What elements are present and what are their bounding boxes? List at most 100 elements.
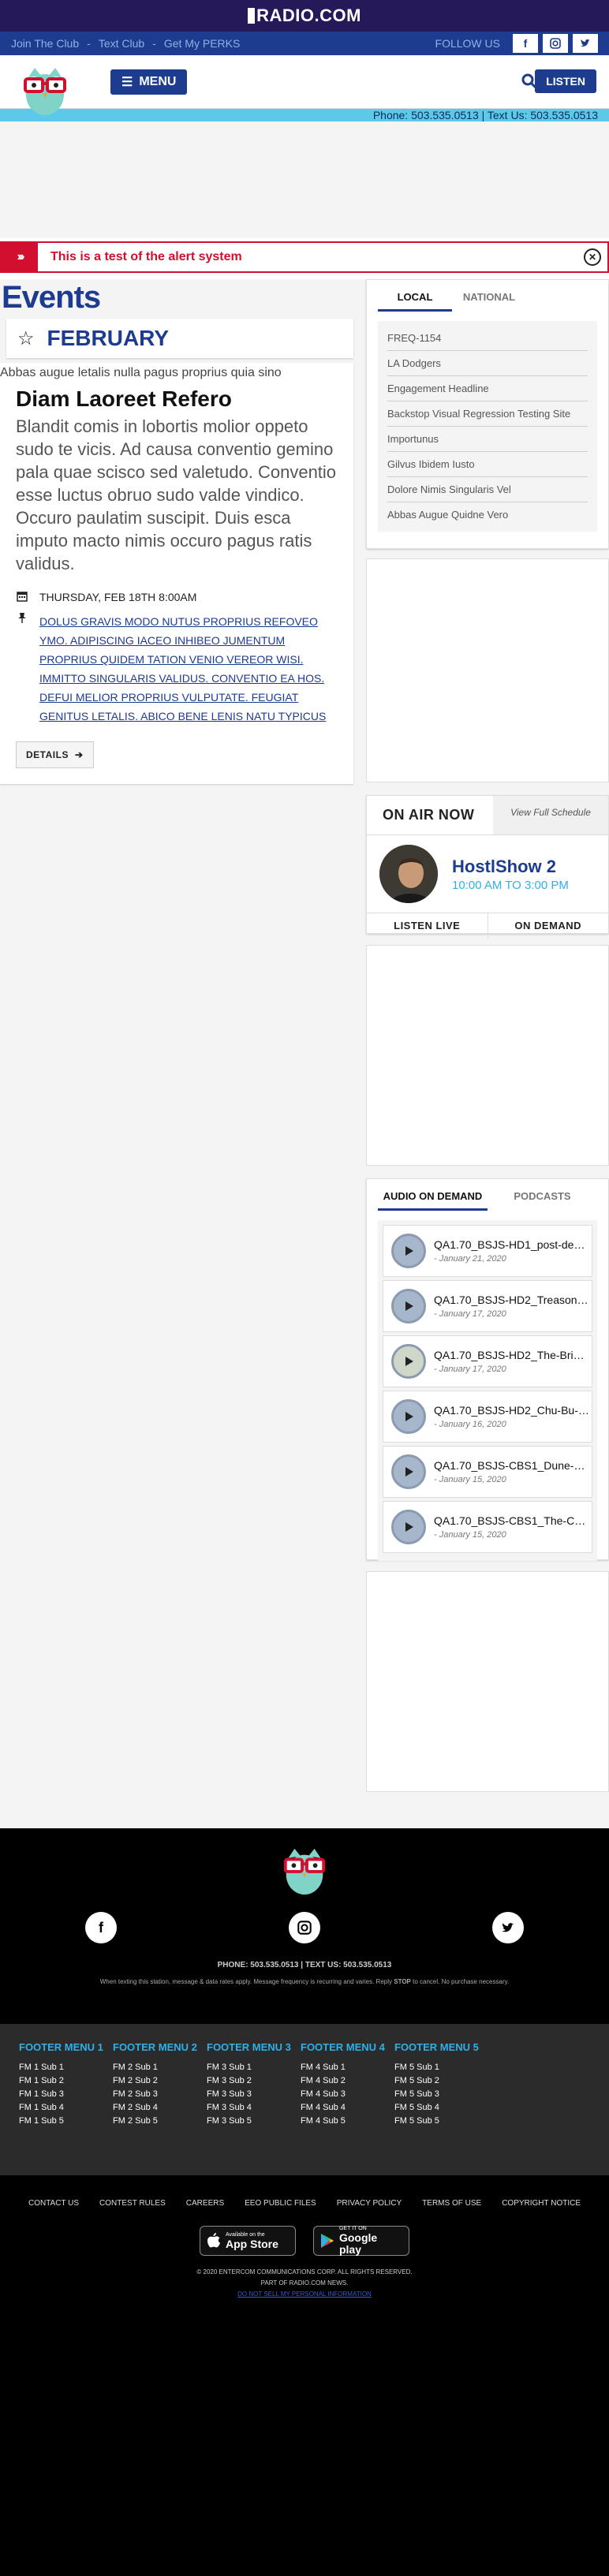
footer-menu-item[interactable]: FM 3 Sub 1	[207, 2061, 301, 2074]
careers-link[interactable]: CAREERS	[186, 2199, 224, 2208]
app-store-button[interactable]: Available on the App Store	[200, 2226, 296, 2256]
twitter-icon[interactable]	[492, 1912, 524, 1943]
listen-live-button[interactable]: LISTEN LIVE	[367, 913, 488, 938]
event-image[interactable]: Abbas augue letalis nulla pagus proprius…	[0, 363, 338, 380]
perks-link[interactable]: Get My PERKS	[164, 37, 240, 50]
footer-menu-title[interactable]: FOOTER MENU 1	[19, 2041, 113, 2053]
tab-local[interactable]: LOCAL	[378, 280, 452, 312]
news-item[interactable]: Backstop Visual Regression Testing Site	[387, 401, 588, 427]
eeo-public-files-link[interactable]: EEO PUBLIC FILES	[245, 2199, 316, 2208]
footer-menu-item[interactable]: FM 1 Sub 3	[19, 2088, 113, 2101]
tab-national[interactable]: NATIONAL	[452, 280, 526, 312]
station-owl-logo-icon[interactable]	[19, 62, 71, 118]
footer-menu-item[interactable]: FM 2 Sub 1	[113, 2061, 207, 2074]
footer-menu-item[interactable]: FM 3 Sub 3	[207, 2088, 301, 2101]
news-item[interactable]: LA Dodgers	[387, 351, 588, 376]
news-item[interactable]: Abbas Augue Quidne Vero	[387, 502, 588, 527]
footer-menu-item[interactable]: FM 3 Sub 5	[207, 2115, 301, 2128]
footer-menu-item[interactable]: FM 1 Sub 1	[19, 2061, 113, 2074]
do-not-sell-link[interactable]: DO NOT SELL MY PERSONAL INFORMATION	[237, 2290, 372, 2298]
host-avatar[interactable]	[379, 845, 438, 903]
twitter-icon[interactable]	[573, 34, 598, 53]
footer-menu-item[interactable]: FM 4 Sub 5	[301, 2115, 394, 2128]
full-schedule-link[interactable]: View Full Schedule	[493, 796, 608, 834]
play-icon[interactable]	[391, 1510, 426, 1544]
event-location-link[interactable]: DOLUS GRAVIS MODO NUTUS PROPRIUS REFOVEO…	[39, 612, 338, 726]
footer-menu-item[interactable]: FM 2 Sub 5	[113, 2115, 207, 2128]
google-play-button[interactable]: GET IT ON Google play	[313, 2226, 409, 2256]
facebook-icon[interactable]: f	[513, 34, 538, 53]
tab-audio-on-demand[interactable]: AUDIO ON DEMAND	[378, 1179, 488, 1211]
terms-of-use-link[interactable]: TERMS OF USE	[422, 2199, 481, 2208]
audio-title[interactable]: QA1.70_BSJS-CBS1_The-Cor…	[434, 1514, 590, 1527]
audio-item[interactable]: QA1.70_BSJS-CBS1_The-Cor… - January 15, 2…	[383, 1501, 592, 1553]
instagram-icon[interactable]	[543, 34, 568, 53]
close-icon[interactable]: ✕	[584, 248, 601, 266]
event-location-row: DOLUS GRAVIS MODO NUTUS PROPRIUS REFOVEO…	[16, 612, 338, 726]
join-club-link[interactable]: Join The Club	[11, 37, 79, 50]
listen-button[interactable]: LISTEN	[535, 69, 596, 93]
footer-menu-item[interactable]: FM 4 Sub 3	[301, 2088, 394, 2101]
audio-item[interactable]: QA1.70_BSJS-CBS1_Dune-Cl… - January 15, 2…	[383, 1446, 592, 1498]
contact-us-link[interactable]: CONTACT US	[28, 2199, 79, 2208]
play-icon[interactable]	[391, 1454, 426, 1489]
audio-item[interactable]: QA1.70_BSJS-HD2_The-Bride… - January 17, …	[383, 1335, 592, 1387]
text-club-link[interactable]: Text Club	[99, 37, 144, 50]
facebook-icon[interactable]: f	[85, 1912, 117, 1943]
on-demand-button[interactable]: ON DEMAND	[488, 913, 609, 938]
audio-date: - January 15, 2020	[434, 1530, 506, 1540]
event-description: Blandit comis in lobortis molior oppeto …	[16, 416, 337, 573]
footer-menu-item[interactable]: FM 5 Sub 1	[394, 2061, 488, 2074]
news-list: FREQ-1154 LA Dodgers Engagement Headline…	[378, 321, 597, 532]
audio-item[interactable]: QA1.70_BSJS-HD2_Chu-Bu-a… - January 16, 2…	[383, 1391, 592, 1443]
news-item[interactable]: Importunus	[387, 427, 588, 452]
footer-menu-item[interactable]: FM 5 Sub 2	[394, 2074, 488, 2088]
tab-podcasts[interactable]: PODCASTS	[488, 1179, 597, 1211]
footer-menu-item[interactable]: FM 2 Sub 3	[113, 2088, 207, 2101]
audio-item[interactable]: QA1.70_BSJS-HD1_post-depl… - January 21, …	[383, 1225, 592, 1277]
audio-title[interactable]: QA1.70_BSJS-HD2_Chu-Bu-a…	[434, 1404, 590, 1417]
station-owl-logo-icon[interactable]	[279, 1842, 330, 1898]
brand-name[interactable]: RADIO.COM	[256, 6, 361, 26]
play-icon[interactable]	[391, 1399, 426, 1434]
news-item[interactable]: Gilvus Ibidem Iusto	[387, 452, 588, 477]
news-item[interactable]: Engagement Headline	[387, 376, 588, 401]
news-item[interactable]: FREQ-1154	[387, 326, 588, 351]
footer-menu-title[interactable]: FOOTER MENU 2	[113, 2041, 207, 2053]
footer-menu-item[interactable]: FM 5 Sub 4	[394, 2101, 488, 2115]
footer-menu-item[interactable]: FM 1 Sub 2	[19, 2074, 113, 2088]
news-item[interactable]: Dolore Nimis Singularis Vel	[387, 477, 588, 502]
footer-menu-item[interactable]: FM 2 Sub 4	[113, 2101, 207, 2115]
show-name[interactable]: HostlShow 2	[452, 857, 569, 877]
audio-title[interactable]: QA1.70_BSJS-HD2_Treason-…	[434, 1294, 590, 1306]
menu-button[interactable]: ☰ MENU	[110, 69, 188, 95]
footer-menu-item[interactable]: FM 1 Sub 4	[19, 2101, 113, 2115]
audio-title[interactable]: QA1.70_BSJS-HD2_The-Bride…	[434, 1349, 590, 1361]
footer-menu-item[interactable]: FM 3 Sub 2	[207, 2074, 301, 2088]
footer-menu-title[interactable]: FOOTER MENU 3	[207, 2041, 301, 2053]
footer-menu-item[interactable]: FM 1 Sub 5	[19, 2115, 113, 2128]
details-button[interactable]: DETAILS ➔	[16, 741, 94, 768]
footer-menu-item[interactable]: FM 4 Sub 1	[301, 2061, 394, 2074]
play-icon[interactable]	[391, 1234, 426, 1268]
audio-title[interactable]: QA1.70_BSJS-HD1_post-depl…	[434, 1238, 590, 1251]
footer-menu-item[interactable]: FM 2 Sub 2	[113, 2074, 207, 2088]
footer-menu-title[interactable]: FOOTER MENU 5	[394, 2041, 488, 2053]
instagram-icon[interactable]	[289, 1912, 320, 1943]
site-header: ☰ MENU LISTEN	[0, 55, 609, 115]
footer-menu-item[interactable]: FM 5 Sub 5	[394, 2115, 488, 2128]
copyright-notice-link[interactable]: COPYRIGHT NOTICE	[502, 2199, 581, 2208]
privacy-policy-link[interactable]: PRIVACY POLICY	[337, 2199, 402, 2208]
contest-rules-link[interactable]: CONTEST RULES	[99, 2199, 166, 2208]
play-icon[interactable]	[391, 1289, 426, 1323]
footer-menu-item[interactable]: FM 4 Sub 4	[301, 2101, 394, 2115]
footer-menu-title[interactable]: FOOTER MENU 4	[301, 2041, 394, 2053]
event-title[interactable]: Diam Laoreet Refero	[16, 386, 338, 412]
star-icon[interactable]: ☆	[17, 327, 35, 350]
footer-menu-item[interactable]: FM 3 Sub 4	[207, 2101, 301, 2115]
footer-menu-item[interactable]: FM 4 Sub 2	[301, 2074, 394, 2088]
play-icon[interactable]	[391, 1344, 426, 1379]
footer-menu-item[interactable]: FM 5 Sub 3	[394, 2088, 488, 2101]
audio-item[interactable]: QA1.70_BSJS-HD2_Treason-… - January 17, 2…	[383, 1280, 592, 1332]
audio-title[interactable]: QA1.70_BSJS-CBS1_Dune-Cl…	[434, 1459, 590, 1472]
